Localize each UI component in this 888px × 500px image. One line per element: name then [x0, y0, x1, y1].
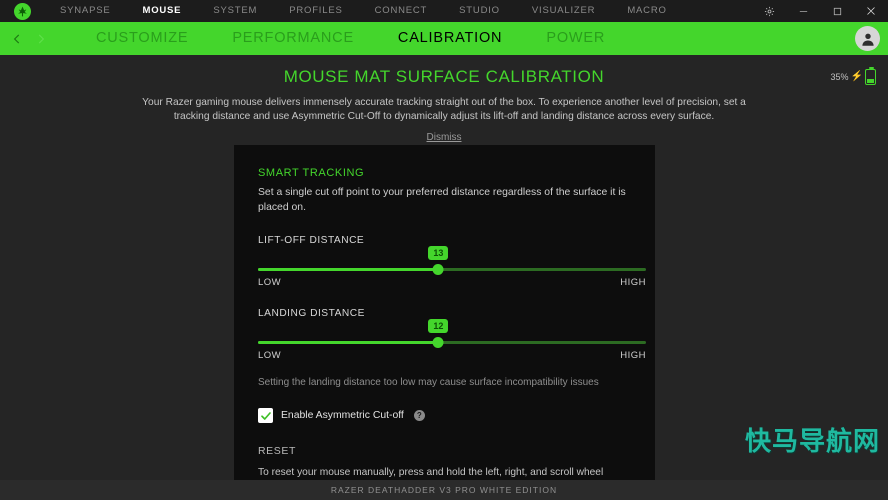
liftoff-min-label: LOW	[258, 277, 282, 288]
topnav-item-visualizer[interactable]: VISUALIZER	[516, 0, 611, 22]
check-icon	[260, 411, 271, 420]
razer-logo-icon	[13, 2, 31, 20]
smart-tracking-panel: SMART TRACKING Set a single cut off poin…	[234, 145, 655, 493]
topnav-item-studio[interactable]: STUDIO	[443, 0, 516, 22]
user-avatar-icon[interactable]	[855, 26, 880, 51]
section-description: Set a single cut off point to your prefe…	[258, 187, 626, 213]
device-footer: RAZER DEATHADDER V3 PRO WHITE EDITION	[0, 480, 888, 500]
nav-arrows	[0, 27, 52, 51]
landing-slider-fill	[258, 341, 439, 344]
razer-logo	[0, 2, 44, 20]
liftoff-slider-track[interactable]: 13	[258, 246, 646, 275]
liftoff-slider-scale: LOW HIGH	[258, 277, 646, 288]
liftoff-slider-fill	[258, 268, 439, 271]
landing-min-label: LOW	[258, 350, 282, 361]
site-watermark: 快马导航网	[744, 427, 880, 457]
minimize-icon[interactable]	[786, 0, 820, 22]
landing-slider-scale: LOW HIGH	[258, 350, 646, 361]
liftoff-distance-label: LIFT-OFF DISTANCE	[258, 235, 365, 246]
main-navigation: SYNAPSE MOUSE SYSTEM PROFILES CONNECT ST…	[44, 0, 683, 22]
liftoff-max-label: HIGH	[620, 277, 646, 288]
section-title-smart-tracking: SMART TRACKING	[258, 167, 365, 179]
content-area: 35% ⚡ MOUSE MAT SURFACE CALIBRATION Your…	[0, 55, 888, 493]
asymmetric-cutoff-row: Enable Asymmetric Cut-off ?	[258, 408, 631, 423]
close-icon[interactable]	[854, 0, 888, 22]
lightning-bolt-icon: ⚡	[850, 71, 863, 82]
sub-navigation-bar: CUSTOMIZE PERFORMANCE CALIBRATION POWER	[0, 22, 888, 55]
tab-customize[interactable]: CUSTOMIZE	[74, 22, 210, 55]
chevron-right-icon[interactable]	[30, 27, 52, 51]
tab-performance[interactable]: PERFORMANCE	[210, 22, 376, 55]
topnav-item-connect[interactable]: CONNECT	[359, 0, 444, 22]
asymmetric-cutoff-checkbox[interactable]	[258, 408, 273, 423]
page-description: Your Razer gaming mouse delivers immense…	[142, 97, 746, 122]
topnav-item-profiles[interactable]: PROFILES	[273, 0, 358, 22]
topnav-item-macro[interactable]: MACRO	[611, 0, 682, 22]
razer-synapse-window: SYNAPSE MOUSE SYSTEM PROFILES CONNECT ST…	[0, 0, 888, 500]
topnav-item-system[interactable]: SYSTEM	[197, 0, 273, 22]
liftoff-value-badge: 13	[428, 246, 449, 260]
battery-status: 35% ⚡	[830, 67, 876, 85]
dismiss-link[interactable]: Dismiss	[0, 132, 888, 143]
landing-slider-thumb[interactable]	[432, 337, 444, 348]
maximize-icon[interactable]	[820, 0, 854, 22]
device-tabs: CUSTOMIZE PERFORMANCE CALIBRATION POWER	[74, 22, 627, 55]
topnav-item-synapse[interactable]: SYNAPSE	[44, 0, 126, 22]
gear-icon[interactable]	[752, 0, 786, 22]
landing-value-badge: 12	[428, 319, 449, 333]
battery-fill	[867, 78, 874, 83]
asymmetric-cutoff-label: Enable Asymmetric Cut-off	[281, 410, 404, 421]
reset-section-title: RESET	[258, 445, 297, 457]
liftoff-slider-thumb[interactable]	[432, 264, 444, 275]
help-icon[interactable]: ?	[413, 410, 425, 421]
landing-slider-track[interactable]: 12	[258, 319, 646, 348]
battery-icon	[865, 67, 876, 85]
tab-power[interactable]: POWER	[524, 22, 627, 55]
device-name-label: RAZER DEATHADDER V3 PRO WHITE EDITION	[330, 485, 558, 495]
landing-distance-slider[interactable]: 12 LOW HIGH	[258, 319, 646, 361]
window-controls	[752, 0, 888, 22]
landing-distance-note: Setting the landing distance too low may…	[258, 377, 599, 388]
title-bar: SYNAPSE MOUSE SYSTEM PROFILES CONNECT ST…	[0, 0, 888, 22]
page-title: MOUSE MAT SURFACE CALIBRATION	[283, 67, 605, 86]
liftoff-distance-slider[interactable]: 13 LOW HIGH	[258, 246, 646, 288]
chevron-left-icon[interactable]	[6, 27, 28, 51]
battery-percent-label: 35%	[830, 72, 849, 82]
topnav-item-mouse[interactable]: MOUSE	[126, 0, 197, 22]
landing-max-label: HIGH	[620, 350, 646, 361]
tab-calibration[interactable]: CALIBRATION	[376, 22, 524, 55]
landing-distance-label: LANDING DISTANCE	[258, 308, 365, 319]
